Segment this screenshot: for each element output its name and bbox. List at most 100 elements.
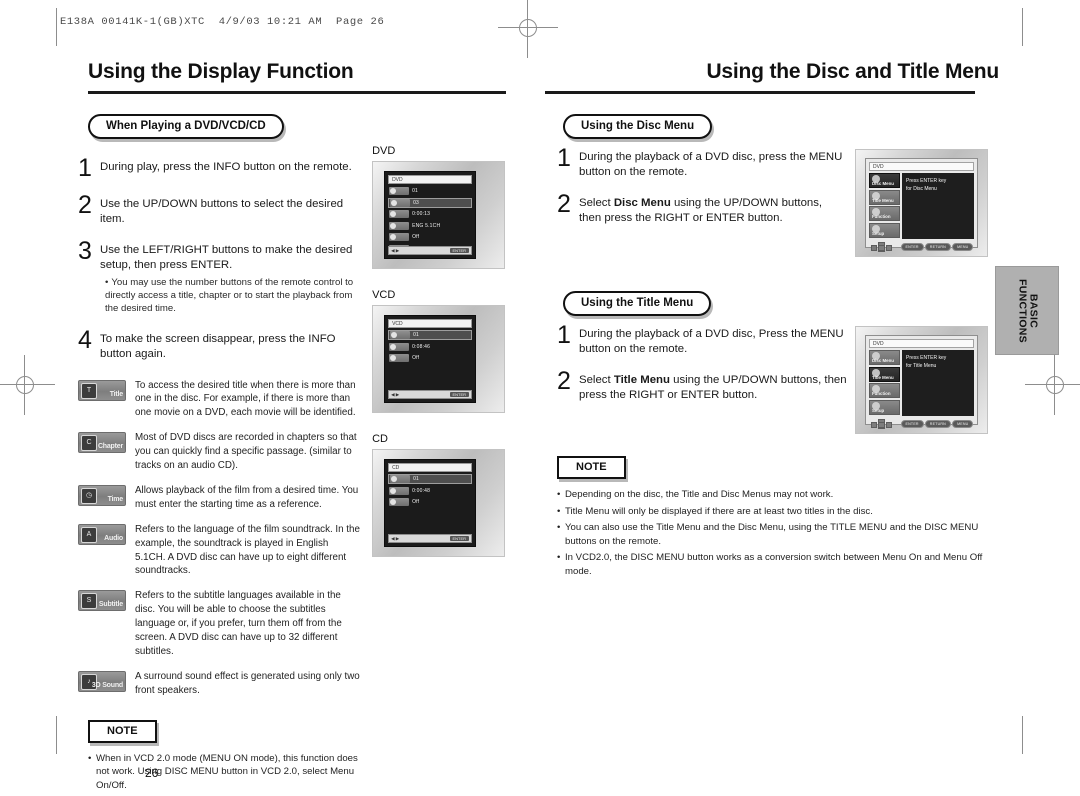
right-note-list: • Depending on the disc, the Title and Di…	[557, 488, 1005, 579]
note-text: You can also use the Title Menu and the …	[565, 522, 979, 547]
osd-message-line-1: Press ENTER key	[906, 355, 947, 361]
step-number: 2	[557, 190, 571, 219]
step-item: 2 Select Disc Menu using the UP/DOWN butt…	[557, 190, 847, 226]
figure-block: CD CD 01 0:00:48 Off ◀ ▶ ENTER	[372, 433, 520, 557]
right-page: Using the Disc and Title Menu Using the …	[545, 60, 1005, 730]
legend-description: Refers to the subtitle languages availab…	[135, 590, 342, 657]
osd-audio-icon	[389, 221, 410, 230]
legend-description: Allows playback of the film from a desir…	[135, 484, 359, 510]
step-text: Use the LEFT/RIGHT buttons to make the d…	[100, 240, 360, 316]
step-emphasis: Title Menu	[613, 374, 670, 387]
osd-footer: ◀ ▶ ENTER	[388, 246, 473, 255]
osd-time-icon	[389, 486, 410, 495]
osd-disc-type: DVD	[869, 162, 974, 171]
subtitle-icon: S Subtitle	[78, 590, 126, 612]
osd-value: 0:00:13	[412, 211, 431, 217]
osd-row: Off	[388, 497, 472, 507]
left-page: Using the Display Function When Playing …	[60, 60, 520, 791]
scan-header-text: E138A 00141K-1(GB)XTC 4/9/03 10:21 AM Pa…	[60, 16, 385, 28]
osd-disc-type: DVD	[869, 339, 974, 348]
step-text: Select Disc Menu using the UP/DOWN butto…	[579, 197, 823, 225]
osd-message-area: Press ENTER key for Disc Menu	[902, 173, 974, 239]
step-item: 1 During play, press the INFO button on t…	[78, 156, 360, 181]
osd-button-enter: ENTER	[900, 243, 924, 251]
osd-menu-panel: DVD Disc Menu Title Menu Function Setup Press…	[865, 335, 978, 429]
step-item: 1 During the playback of a DVD disc, Pres…	[557, 321, 847, 357]
figure-label: VCD	[372, 289, 396, 301]
osd-panel: CD 01 0:00:48 Off ◀ ▶ ENTER	[384, 459, 477, 547]
osd-footer: ◀ ▶ ENTER	[388, 390, 473, 399]
step-number: 2	[78, 190, 92, 219]
note-item: • When in VCD 2.0 mode (MENU ON mode), th…	[88, 752, 360, 793]
osd-menu-item-setup: Setup	[869, 399, 900, 415]
legend-item: C Chapter Most of DVD discs are recorded i…	[78, 431, 360, 473]
legend-description: To access the desired title when there i…	[135, 379, 356, 419]
figure-block: VCD VCD 01 0:08:46 Off ◀ ▶ ENTER	[372, 289, 520, 413]
side-index-tab-label: BASIC FUNCTIONS	[1016, 278, 1040, 343]
osd-menu-item-label: Title Menu	[872, 374, 894, 380]
osd-arrow-hint-icon: ◀ ▶	[391, 391, 400, 397]
time-icon: ◷ Time	[78, 484, 126, 506]
osd-menu-sidebar: Disc Menu Title Menu Function Setup	[869, 350, 900, 416]
osd-row: 01	[388, 330, 473, 340]
legend-item: A Audio Refers to the language of the film…	[78, 523, 360, 579]
tv-menu-figure: DVD Disc Menu Title Menu Function Setup Press…	[855, 149, 988, 257]
bullet-icon: •	[557, 522, 561, 534]
step-substext: • You may use the number buttons of the r…	[105, 277, 354, 315]
osd-disc-type: DVD	[388, 175, 473, 184]
3d-sound-icon: ♪ 3D Sound	[78, 670, 126, 692]
osd-message-area: Press ENTER key for Title Menu	[902, 350, 974, 416]
osd-menu-item-label: Function	[872, 391, 891, 396]
crop-mark-bottom-left	[56, 716, 57, 754]
step-text: To make the screen disappear, press the …	[100, 333, 336, 361]
legend-description: A surround sound effect is generated usi…	[135, 670, 360, 696]
osd-value: Off	[412, 355, 420, 361]
navigation-pad-icon	[869, 242, 900, 252]
osd-menu-item-title-menu: Title Menu	[869, 189, 900, 205]
section-heading-when-playing: When Playing a DVD/VCD/CD	[88, 114, 284, 139]
step-text: During play, press the INFO button on th…	[100, 161, 352, 173]
osd-row: ENG 5.1CH	[388, 221, 472, 231]
osd-menu-item-label: Setup	[872, 407, 885, 413]
osd-enter-hint: ENTER	[449, 392, 470, 397]
legend-icon-glyph: A	[81, 526, 97, 543]
step-number: 3	[78, 237, 92, 266]
left-note-badge: NOTE	[88, 719, 157, 743]
legend-icon-glyph: ◷	[81, 487, 97, 504]
osd-value: ENG 5.1CH	[412, 222, 441, 229]
step-text: Select Title Menu using the UP/DOWN butt…	[579, 374, 847, 402]
step-text: During the playback of a DVD disc, press…	[579, 151, 843, 179]
legend-icon-glyph: T	[81, 382, 97, 399]
osd-value: Off	[412, 499, 420, 505]
osd-row: 03	[388, 197, 473, 208]
legend-icon-label: Subtitle	[98, 601, 123, 609]
osd-menu-item-label: Disc Menu	[872, 181, 894, 186]
note-text: When in VCD 2.0 mode (MENU ON mode), thi…	[96, 752, 358, 791]
step-number: 2	[557, 367, 571, 396]
section-heading: Using the Disc Menu	[563, 114, 713, 139]
osd-disc-type: VCD	[388, 319, 473, 328]
left-figure-column: DVD DVD 01 03 0:00:13 ENG 5.1CH Off Off ◀ ▶ ENTER…	[372, 143, 520, 796]
osd-value: 0:00:48	[412, 487, 431, 494]
osd-row: 01	[388, 186, 472, 196]
osd-menu-item-function: Function	[869, 383, 900, 398]
bullet-icon: •	[557, 505, 561, 517]
legend-description: Most of DVD discs are recorded in chapte…	[135, 432, 357, 472]
bullet-icon: •	[557, 489, 561, 500]
left-page-number: 26	[145, 766, 159, 780]
left-steps-list: 1 During play, press the INFO button on t…	[78, 156, 360, 363]
right-section: Using the Title Menu 1 During the playback…	[545, 291, 1005, 434]
step-emphasis: Disc Menu	[613, 197, 671, 210]
osd-time-icon	[389, 342, 410, 351]
osd-menu-item-label: Title Menu	[872, 197, 894, 203]
osd-value: 01	[412, 188, 419, 194]
step-number: 1	[557, 321, 571, 349]
figure-block: DVDDVD01030:00:13ENG 5.1CHOffOff◀ ▶ENTER	[372, 145, 520, 269]
osd-menu-item-label: Setup	[872, 230, 885, 236]
right-section: Using the Disc Menu 1 During the playback …	[545, 114, 1005, 257]
step-item: 2 Use the UP/DOWN buttons to select the d…	[78, 190, 360, 227]
osd-arrow-hint-icon: ◀ ▶	[391, 247, 400, 253]
right-note-badge: NOTE	[557, 456, 626, 479]
legend-icon-label: Chapter	[97, 443, 123, 451]
legend-item: S Subtitle Refers to the subtitle language…	[78, 589, 360, 659]
